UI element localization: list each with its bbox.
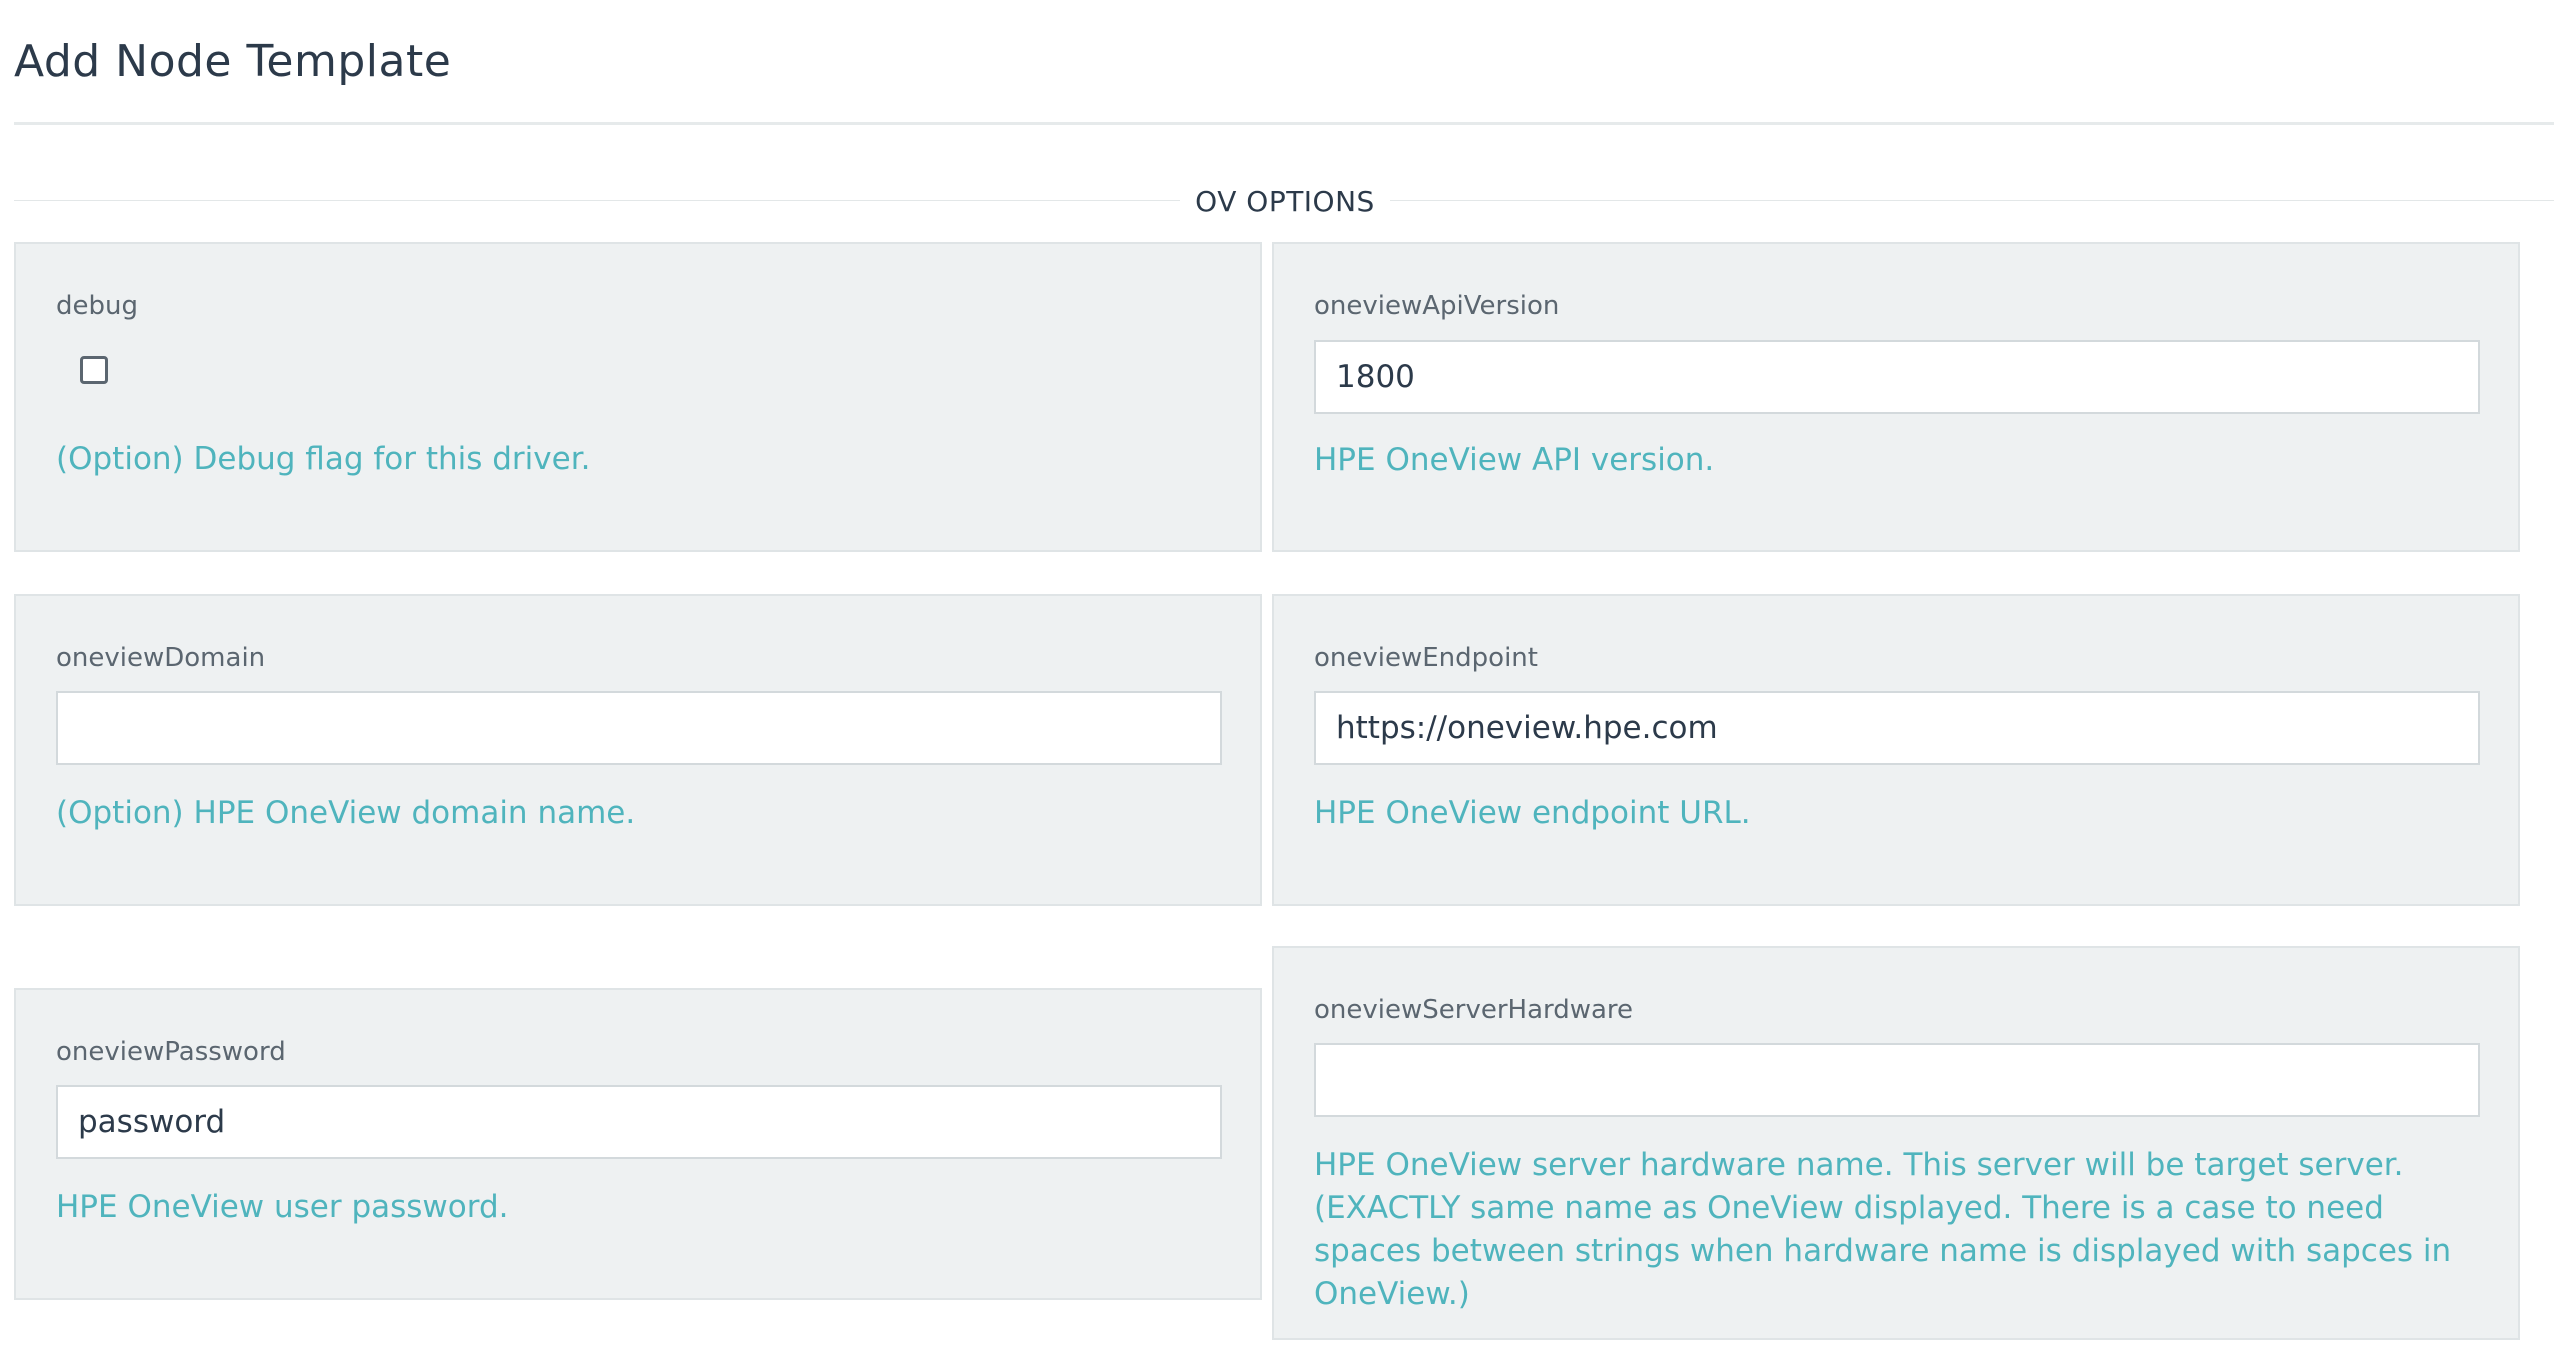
field-label-oneview-endpoint: oneviewEndpoint — [1314, 643, 1538, 673]
oneview-api-version-input[interactable]: 1800 — [1314, 340, 2480, 414]
field-label-oneview-server-hardware: oneviewServerHardware — [1314, 995, 1634, 1025]
field-card-oneview-api-version: oneviewApiVersion 1800 HPE OneView API v… — [1272, 242, 2520, 552]
oneview-endpoint-input[interactable]: https://oneview.hpe.com — [1314, 691, 2480, 765]
title-divider — [14, 122, 2554, 125]
debug-checkbox[interactable] — [80, 356, 108, 384]
field-help-oneview-endpoint: HPE OneView endpoint URL. — [1314, 795, 1751, 831]
field-card-oneview-domain: oneviewDomain (Option) HPE OneView domai… — [14, 594, 1262, 906]
field-card-debug: debug (Option) Debug flag for this drive… — [14, 242, 1262, 552]
field-help-debug: (Option) Debug flag for this driver. — [56, 441, 591, 477]
field-card-oneview-password: oneviewPassword password HPE OneView use… — [14, 988, 1262, 1300]
oneview-server-hardware-input[interactable] — [1314, 1043, 2480, 1117]
field-card-oneview-server-hardware: oneviewServerHardware HPE OneView server… — [1272, 946, 2520, 1340]
field-label-oneview-domain: oneviewDomain — [56, 643, 266, 673]
field-help-oneview-domain: (Option) HPE OneView domain name. — [56, 795, 636, 831]
field-help-oneview-password: HPE OneView user password. — [56, 1189, 509, 1225]
field-label-debug: debug — [56, 291, 138, 321]
section-label-ov-options: OV OPTIONS — [1180, 182, 1390, 222]
field-label-oneview-api-version: oneviewApiVersion — [1314, 291, 1560, 321]
oneview-password-input[interactable]: password — [56, 1085, 1222, 1159]
oneview-domain-input[interactable] — [56, 691, 1222, 765]
field-help-oneview-server-hardware: HPE OneView server hardware name. This s… — [1314, 1147, 2452, 1312]
add-node-template-page: Add Node Template OV OPTIONS debug (Opti… — [0, 0, 2556, 1360]
page-title: Add Node Template — [14, 36, 452, 87]
field-card-oneview-endpoint: oneviewEndpoint https://oneview.hpe.com … — [1272, 594, 2520, 906]
field-help-oneview-api-version: HPE OneView API version. — [1314, 442, 1715, 478]
field-label-oneview-password: oneviewPassword — [56, 1037, 286, 1067]
